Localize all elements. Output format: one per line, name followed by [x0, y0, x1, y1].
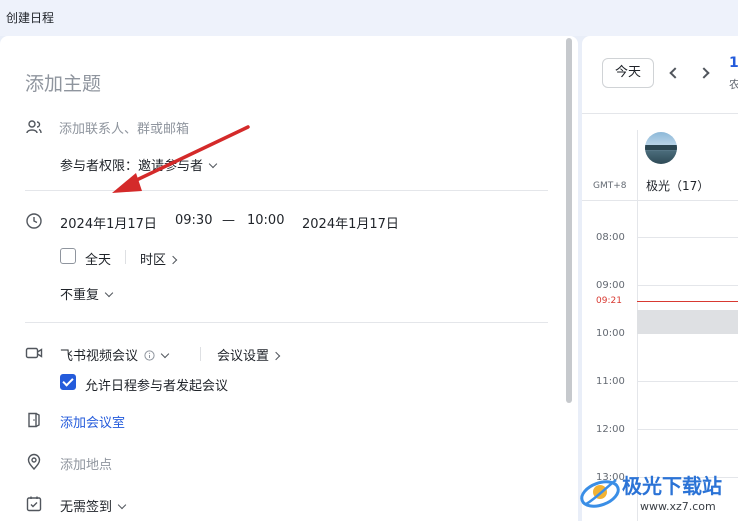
- hour-line: [637, 237, 738, 238]
- all-day-checkbox[interactable]: [60, 248, 76, 264]
- clock-icon: [26, 213, 42, 229]
- end-date-picker[interactable]: 2024年1月17日: [302, 213, 399, 232]
- calendar-panel: 今天 1 农 极光（17） GMT+8 08:00 09:00 10:00 11…: [582, 36, 738, 521]
- start-time-picker[interactable]: 09:30: [175, 213, 212, 228]
- time-range-dash: —: [222, 213, 235, 228]
- end-time-picker[interactable]: 10:00: [247, 213, 284, 228]
- hour-label: 10:00: [596, 328, 625, 339]
- checkin-icon: [26, 496, 42, 512]
- all-day-label: 全天: [85, 253, 112, 268]
- checkin-dropdown[interactable]: 无需签到: [60, 496, 127, 515]
- location-input[interactable]: 添加地点: [60, 454, 112, 473]
- checkin-label: 无需签到: [60, 500, 113, 515]
- watermark: 极光下载站 www.xz7.com: [578, 462, 738, 521]
- window-title: 创建日程: [6, 11, 55, 25]
- hour-label: 11:00: [596, 376, 625, 387]
- add-room-link[interactable]: 添加会议室: [60, 412, 125, 431]
- meeting-settings-button[interactable]: 会议设置: [217, 345, 281, 364]
- watermark-text: 极光下载站: [622, 474, 722, 498]
- lunar-date: 农: [729, 78, 738, 91]
- hour-label: 09:00: [596, 280, 625, 291]
- allow-attendees-label: 允许日程参与者发起会议: [85, 379, 229, 394]
- timezone-label: GMT+8: [593, 181, 627, 191]
- current-time-line: [637, 301, 738, 302]
- chevron-down-icon: [160, 349, 170, 359]
- video-meeting-label: 飞书视频会议: [60, 349, 139, 364]
- info-icon: [144, 350, 155, 361]
- allday-divider: [582, 200, 738, 201]
- start-date-picker[interactable]: 2024年1月17日: [60, 213, 157, 232]
- annotation-arrow-icon: [112, 125, 250, 193]
- hour-label: 08:00: [596, 232, 625, 243]
- divider: [25, 322, 548, 323]
- header-divider: [582, 113, 738, 114]
- watermark-logo-icon: [580, 479, 620, 508]
- hour-line: [637, 285, 738, 286]
- scrollbar-thumb[interactable]: [566, 38, 572, 403]
- watermark-url: www.xz7.com: [640, 500, 716, 513]
- location-pin-icon: [27, 453, 41, 471]
- chevron-right-icon: [271, 351, 281, 361]
- repeat-dropdown[interactable]: 不重复: [60, 284, 114, 303]
- separator: [200, 347, 201, 361]
- hour-line: [637, 381, 738, 382]
- meeting-settings-label: 会议设置: [217, 349, 270, 364]
- repeat-label: 不重复: [60, 288, 100, 303]
- attendee-name: 极光（17）: [646, 179, 710, 193]
- allow-attendees-checkbox[interactable]: [60, 374, 76, 390]
- chevron-down-icon: [117, 500, 127, 510]
- prev-arrow-icon[interactable]: [669, 67, 681, 79]
- subject-input[interactable]: 添加主题: [25, 69, 101, 96]
- separator: [125, 250, 126, 264]
- chevron-right-icon: [168, 255, 178, 265]
- video-meeting-dropdown[interactable]: 飞书视频会议: [60, 345, 170, 364]
- date-header: 1: [729, 55, 738, 71]
- title-bar: 创建日程: [0, 0, 738, 36]
- hour-label: 12:00: [596, 424, 625, 435]
- door-icon: [28, 412, 40, 428]
- current-time-label: 09:21: [596, 296, 622, 306]
- new-event-block[interactable]: [637, 310, 738, 334]
- chevron-down-icon: [104, 288, 114, 298]
- video-camera-icon: [25, 347, 43, 359]
- hour-line: [637, 429, 738, 430]
- timezone-label: 时区: [140, 253, 167, 268]
- next-arrow-icon[interactable]: [698, 67, 710, 79]
- attendee-avatar: [645, 132, 677, 164]
- event-form-panel: 添加主题 添加联系人、群或邮箱 参与者权限：邀请参与者 2024年1月17日 0…: [0, 36, 578, 521]
- add-contacts-icon: [26, 120, 42, 134]
- today-button[interactable]: 今天: [602, 58, 654, 88]
- timezone-button[interactable]: 时区: [140, 249, 178, 268]
